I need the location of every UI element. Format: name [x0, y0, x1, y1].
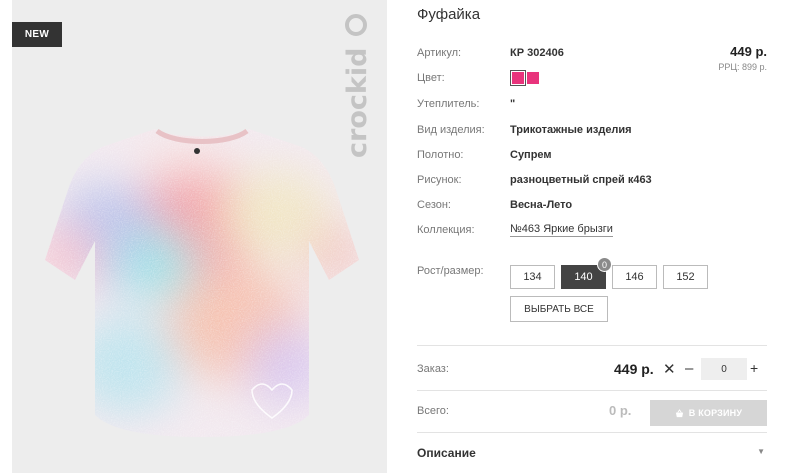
total-label: Всего: — [417, 405, 449, 417]
collection-link[interactable]: №463 Яркие брызги — [510, 223, 613, 237]
size-option-146[interactable]: 146 — [612, 265, 657, 289]
color-swatch[interactable] — [527, 72, 539, 84]
total-value: 0 р. — [609, 403, 632, 418]
attr-value: разноцветный спрей к463 — [510, 174, 652, 186]
size-options: 134 140 0 146 152 — [510, 257, 708, 289]
divider — [417, 432, 767, 433]
attr-label: Рисунок: — [417, 174, 462, 186]
color-swatch-selected[interactable] — [512, 72, 524, 84]
attr-value: " — [510, 98, 516, 110]
order-unit-price: 449 р. — [614, 361, 654, 377]
quantity-input[interactable] — [701, 358, 747, 380]
attr-label: Полотно: — [417, 149, 464, 161]
divider — [417, 390, 767, 391]
times-icon: ✕ — [663, 361, 676, 378]
tshirt-image — [45, 128, 359, 437]
attr-value: Весна-Лето — [510, 199, 573, 211]
product-image-panel[interactable]: NEW crockid — [12, 0, 387, 473]
new-badge: NEW — [12, 22, 62, 47]
decrease-quantity-button[interactable]: – — [685, 360, 693, 377]
attr-season: Сезон: Весна-Лето — [417, 195, 767, 215]
size-option-134[interactable]: 134 — [510, 265, 555, 289]
attr-print: Рисунок: разноцветный спрей к463 — [417, 170, 767, 190]
size-label: Рост/размер: — [417, 265, 484, 277]
attr-label: Вид изделия: — [417, 124, 485, 136]
size-option-152[interactable]: 152 — [663, 265, 708, 289]
size-option-label: 140 — [574, 271, 593, 283]
attr-value: Супрем — [510, 149, 552, 161]
attr-article: Артикул: КР 302406 — [417, 43, 767, 63]
size-option-140[interactable]: 140 0 — [561, 257, 612, 289]
attr-label: Утеплитель: — [417, 98, 480, 110]
caret-down-icon[interactable]: ▼ — [757, 447, 765, 456]
increase-quantity-button[interactable]: + — [750, 360, 758, 376]
attr-label: Цвет: — [417, 72, 445, 84]
description-toggle[interactable]: Описание — [417, 446, 476, 460]
attr-label: Коллекция: — [417, 224, 475, 236]
attr-type: Вид изделия: Трикотажные изделия — [417, 120, 767, 140]
attr-fabric: Полотно: Супрем — [417, 145, 767, 165]
add-to-cart-button[interactable]: В КОРЗИНУ — [650, 400, 767, 426]
product-details: Фуфайка 449 р. РРЦ: 899 р. Артикул: КР 3… — [417, 0, 767, 473]
size-count-badge: 0 — [597, 257, 612, 272]
attr-collection: Коллекция: №463 Яркие брызги — [417, 220, 767, 240]
attr-color: Цвет: — [417, 68, 767, 88]
basket-icon — [675, 408, 683, 417]
attr-value: КР 302406 — [510, 47, 564, 59]
attr-label: Сезон: — [417, 199, 451, 211]
attr-value: Трикотажные изделия — [510, 124, 632, 136]
attr-insulation: Утеплитель: " — [417, 94, 767, 114]
order-label: Заказ: — [417, 363, 449, 375]
product-title: Фуфайка — [417, 6, 481, 23]
divider — [417, 345, 767, 346]
color-swatches — [510, 72, 539, 84]
attr-label: Артикул: — [417, 47, 462, 59]
cart-button-label: В КОРЗИНУ — [688, 408, 743, 418]
select-all-button[interactable]: ВЫБРАТЬ ВСЕ — [510, 296, 608, 322]
